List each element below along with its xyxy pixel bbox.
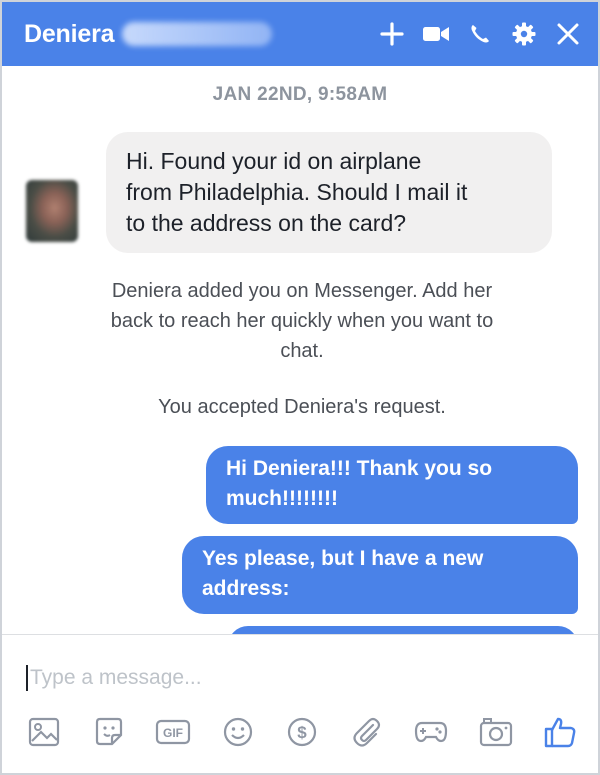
notice-line: Deniera added you on Messenger. Add her (111, 280, 493, 302)
message-line: from Philadelphia. Should I mail it (126, 179, 468, 205)
message-thread[interactable]: JAN 22ND, 9:58AM Hi. Found your id on ai… (2, 66, 598, 634)
emoji-icon[interactable] (216, 710, 260, 754)
text-cursor (26, 665, 28, 691)
close-icon[interactable] (548, 14, 588, 54)
added-you-notice: Deniera added you on Messenger. Add her … (42, 276, 562, 366)
message-composer: GIF $ (2, 634, 598, 773)
message-line: Hi Deniera!!! Thank you so (226, 457, 493, 480)
message-input[interactable] (30, 662, 530, 694)
outgoing-message-bubble-partial[interactable] (228, 626, 578, 634)
payment-icon[interactable]: $ (280, 710, 324, 754)
accepted-request-notice: You accepted Deniera's request. (42, 392, 562, 422)
game-icon[interactable] (409, 710, 453, 754)
message-line: Hi. Found your id on airplane (126, 148, 422, 174)
message-input-wrap (26, 661, 566, 695)
incoming-message-bubble[interactable]: Hi. Found your id on airplane from Phila… (106, 132, 552, 253)
sticker-icon[interactable] (87, 710, 131, 754)
header-actions (368, 2, 588, 66)
blurred-surname (122, 22, 273, 46)
phone-icon[interactable] (460, 14, 500, 54)
image-icon[interactable] (22, 710, 66, 754)
gif-icon[interactable]: GIF (151, 710, 195, 754)
notice-line: You accepted Deniera's request. (158, 396, 446, 418)
outgoing-message-bubble[interactable]: Yes please, but I have a new address: (182, 536, 578, 614)
message-timestamp: JAN 22ND, 9:58AM (212, 84, 388, 105)
notice-line: chat. (280, 340, 324, 362)
message-line: much!!!!!!!! (226, 487, 338, 510)
notice-line: back to reach her quickly when you want … (110, 310, 494, 332)
like-icon[interactable] (538, 710, 582, 754)
gear-icon[interactable] (504, 14, 544, 54)
composer-toolbar: GIF $ (22, 709, 582, 755)
message-line: to the address on the card? (126, 210, 407, 236)
message-line: Yes please, but I have a new (202, 547, 484, 570)
camera-icon[interactable] (474, 710, 518, 754)
message-line: address: (202, 577, 290, 600)
messenger-chat-window: Deniera JAN 22ND, 9:58AM Hi. Found your … (0, 0, 600, 775)
video-icon[interactable] (416, 14, 456, 54)
svg-text:$: $ (297, 723, 307, 742)
avatar[interactable] (26, 180, 78, 242)
chat-header: Deniera (2, 2, 598, 66)
outgoing-message-bubble[interactable]: Hi Deniera!!! Thank you so much!!!!!!!! (206, 446, 578, 524)
plus-icon[interactable] (372, 14, 412, 54)
svg-text:GIF: GIF (163, 726, 183, 740)
attachment-icon[interactable] (345, 710, 389, 754)
contact-name[interactable]: Deniera (24, 20, 115, 49)
